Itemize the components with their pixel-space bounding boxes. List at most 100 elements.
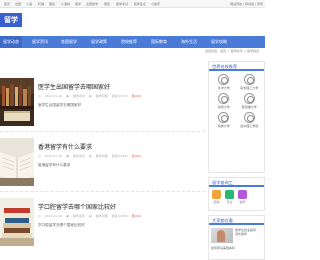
school-name[interactable]: 加州理工学院 xyxy=(240,124,258,128)
nav-label[interactable]: 留学政策 xyxy=(91,39,107,45)
tools-widget: 留学查询工 院校 专业 留学 xyxy=(208,177,265,211)
article-tag[interactable]: 留学问题 xyxy=(96,154,108,158)
main-nav: 留学动态 留学资讯 各国留学 留学政策 院校推荐 国际教育 海外生活 留学攻略 xyxy=(0,36,265,48)
article-thumbnail[interactable] xyxy=(0,198,34,246)
top-link[interactable]: ·留学考试 xyxy=(115,2,128,6)
top-link[interactable]: 留学 xyxy=(75,2,81,6)
school-item[interactable]: 剑桥大学 xyxy=(211,93,237,109)
list-item[interactable]: 香港留学有什么要求 ◷ 2024-01-16 ▣ 留学资讯 ▤ 留学问题 阅读(… xyxy=(0,132,205,192)
article-thumbnail[interactable] xyxy=(0,78,34,126)
top-right-links[interactable]: 网站导航 | 移动版 | 登录 xyxy=(230,2,263,6)
site-logo[interactable]: 留学 xyxy=(0,13,22,27)
nav-label[interactable]: 留学资讯 xyxy=(32,39,48,45)
article-tag[interactable]: 留学问题 xyxy=(96,94,108,98)
books-image xyxy=(0,78,34,126)
article-likes[interactable]: 赞(44) xyxy=(132,94,141,98)
tool-majors[interactable]: 专业 xyxy=(225,190,234,204)
article-thumbnail[interactable] xyxy=(0,138,34,186)
nav-item-intl-edu[interactable]: 国际教育 xyxy=(144,36,174,48)
article-likes[interactable]: 赞(22) xyxy=(132,154,141,158)
top-utility-bar: 首页 出国 小语 ·托福 雅思 ·小语种 留学 出国留学 ·雅思 ·留学考试 ·… xyxy=(0,0,265,8)
tool-label: 专业 xyxy=(226,200,233,204)
top-link[interactable]: ·托福 xyxy=(37,2,44,6)
top-link[interactable]: ·留学签证 xyxy=(133,2,146,6)
top-link[interactable]: 雅思 xyxy=(49,2,55,6)
school-name[interactable]: 斯坦福大学 xyxy=(242,105,257,109)
clock-icon: ◷ xyxy=(38,154,41,158)
top-link[interactable]: 出国留学 xyxy=(86,2,98,6)
school-item[interactable]: 斯坦福大学 xyxy=(237,93,263,109)
university-seal-icon xyxy=(218,112,230,123)
popular-item[interactable]: 留学生就业指导 海外留学 xyxy=(209,225,264,246)
article-date: 2024-01-16 xyxy=(44,214,63,218)
article-views: 阅读(1971) xyxy=(111,94,128,98)
popular-widget: 大家都在看 留学生就业指导 海外留学 如何申请美国本科 xyxy=(208,215,265,260)
article-meta: ◷ 2024-01-16 ▣ 留学资讯 ▤ 留学问题 阅读(1971) 赞(44… xyxy=(38,94,141,98)
nav-label[interactable]: 院校推荐 xyxy=(121,39,137,45)
top-link[interactable]: 小语 xyxy=(26,2,32,6)
tool-schools[interactable]: 院校 xyxy=(212,190,221,204)
nav-label[interactable]: 留学攻略 xyxy=(211,39,227,45)
nav-label[interactable]: 国际教育 xyxy=(151,39,167,45)
list-item[interactable]: 学口腔留学去哪个国家比较好 ◷ 2024-01-16 ▣ 留学资讯 ▤ 留学问题… xyxy=(0,192,205,252)
tag-icon: ▤ xyxy=(88,154,92,158)
nav-item-countries[interactable]: 各国留学 xyxy=(54,36,84,48)
top-link[interactable]: ·雅思 xyxy=(103,2,110,6)
tools-widget-title: 留学查询工 xyxy=(209,178,264,187)
folder-icon: ▣ xyxy=(66,94,69,98)
person-icon xyxy=(217,230,225,242)
article-title[interactable]: 香港留学有什么要求 xyxy=(38,142,92,151)
nav-label[interactable]: 海外生活 xyxy=(181,39,197,45)
top-link[interactable]: ·小语种 xyxy=(60,2,70,6)
clock-icon: ◷ xyxy=(38,214,41,218)
article-likes[interactable]: 赞(44) xyxy=(132,214,141,218)
nav-item-schools[interactable]: 院校推荐 xyxy=(114,36,144,48)
university-seal-icon xyxy=(243,74,255,85)
article-title[interactable]: 学口腔留学去哪个国家比较好 xyxy=(38,202,116,211)
article-category[interactable]: 留学资讯 xyxy=(73,154,85,158)
popular-text: 留学生就业指导 海外留学 xyxy=(235,228,256,243)
school-item[interactable]: 牛津大学 xyxy=(211,74,237,90)
clock-icon: ◷ xyxy=(38,94,41,98)
list-item[interactable]: 医学生出国留学去哪国家好 ◷ 2024-01-16 ▣ 留学资讯 ▤ 留学问题 … xyxy=(0,72,205,132)
breadcrumb: 您的位置：首页 > 留学资讯 > 留学频道 xyxy=(205,49,259,53)
nav-item-home[interactable]: 留学动态 xyxy=(0,36,22,48)
school-name[interactable]: 麻省理工大学 xyxy=(240,86,258,90)
school-name[interactable]: 牛津大学 xyxy=(218,86,230,90)
popular-widget-title: 大家都在看 xyxy=(209,216,264,225)
university-seal-icon xyxy=(218,74,230,85)
school-name[interactable]: 剑桥大学 xyxy=(218,105,230,109)
popular-thumbnail[interactable] xyxy=(211,228,233,243)
school-search-icon xyxy=(212,190,221,199)
university-seal-icon xyxy=(243,93,255,104)
nav-label[interactable]: 各国留学 xyxy=(61,39,77,45)
article-tag[interactable]: 留学问题 xyxy=(96,214,108,218)
folder-icon: ▣ xyxy=(66,154,69,158)
article-title[interactable]: 医学生出国留学去哪国家好 xyxy=(38,82,110,91)
school-name[interactable]: 哈佛大学 xyxy=(218,124,230,128)
article-meta: ◷ 2024-01-16 ▣ 留学资讯 ▤ 留学问题 阅读(1956) 赞(44… xyxy=(38,214,141,218)
school-item[interactable]: 麻省理工大学 xyxy=(237,74,263,90)
schools-grid: 牛津大学 麻省理工大学 剑桥大学 斯坦福大学 哈佛大学 加州理工学院 xyxy=(209,71,264,131)
schools-widget-title: 世界名校推荐 xyxy=(209,62,264,71)
top-link[interactable]: 出国 xyxy=(15,2,21,6)
nav-item-news[interactable]: 留学资讯 xyxy=(26,36,54,48)
top-links: 首页 出国 小语 ·托福 雅思 ·小语种 留学 出国留学 ·雅思 ·留学考试 ·… xyxy=(4,2,161,6)
nav-item-life[interactable]: 海外生活 xyxy=(174,36,204,48)
nav-item-policy[interactable]: 留学政策 xyxy=(84,36,114,48)
folder-icon: ▣ xyxy=(66,214,69,218)
article-category[interactable]: 留学资讯 xyxy=(73,94,85,98)
article-category[interactable]: 留学资讯 xyxy=(73,214,85,218)
tool-study[interactable]: 留学 xyxy=(238,190,247,204)
article-excerpt: 医学生出国留学去哪国家好 xyxy=(38,103,82,107)
popular-item-title[interactable]: 如何申请美国本科 xyxy=(209,246,264,252)
school-item[interactable]: 哈佛大学 xyxy=(211,112,237,128)
top-link[interactable]: 小助手· xyxy=(151,2,161,6)
nav-label[interactable]: 留学动态 xyxy=(3,39,19,45)
study-search-icon xyxy=(238,190,247,199)
article-excerpt: 香港留学有什么要求 xyxy=(38,163,71,167)
nav-item-guide[interactable]: 留学攻略 xyxy=(204,36,234,48)
school-item[interactable]: 加州理工学院 xyxy=(237,112,263,128)
popular-subtitle: 海外留学 xyxy=(235,232,248,236)
top-link[interactable]: 首页 xyxy=(4,2,10,6)
